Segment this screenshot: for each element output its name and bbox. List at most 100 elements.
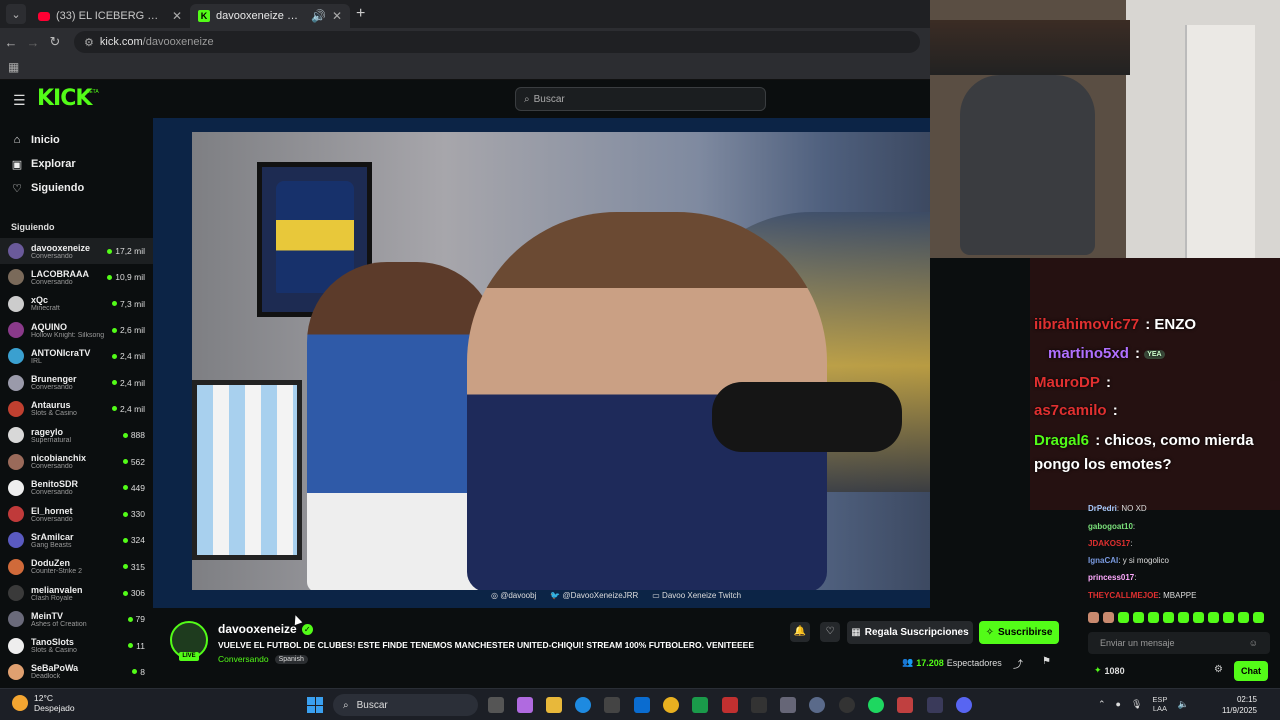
emote-icon[interactable]	[1253, 612, 1264, 623]
browser-tab-youtube[interactable]: (33) EL ICEBERG DE LOS VIDEOJUEGOS ✕	[30, 4, 190, 28]
chat-username[interactable]: gabogoat10	[1088, 522, 1133, 531]
forward-icon[interactable]: →	[22, 35, 44, 50]
nav-siguiendo[interactable]: ♡ Siguiendo	[0, 176, 153, 200]
kick-logo[interactable]: KICK	[37, 86, 92, 111]
task-view-icon[interactable]	[488, 697, 504, 713]
sidebar-channel-antaurus[interactable]: Antaurus Slots & Casino 2,4 mil	[0, 396, 153, 422]
sidebar-channel-doduzen[interactable]: DoduZen Counter-Strike 2 315	[0, 554, 153, 580]
nav-explorar[interactable]: ▣ Explorar	[0, 152, 153, 176]
app-record-icon[interactable]	[839, 697, 855, 713]
emote-icon[interactable]	[1193, 612, 1204, 623]
notification-bell-icon[interactable]: 🔔	[790, 622, 810, 642]
sidebar-channel-el_hornet[interactable]: El_hornet Conversando 330	[0, 501, 153, 527]
app-triangle-icon[interactable]	[897, 697, 913, 713]
emote-icon[interactable]	[1133, 612, 1144, 623]
report-flag-icon[interactable]: ⚑	[1042, 656, 1051, 667]
sidebar-channel-davooxeneize[interactable]: davooxeneize Conversando 17,2 mil	[0, 238, 153, 265]
volume-icon[interactable]: 🔈	[1177, 699, 1188, 710]
app-chart-icon[interactable]	[692, 697, 708, 713]
site-info-icon[interactable]: ⚙	[84, 36, 94, 49]
app-arrow-icon[interactable]	[751, 697, 767, 713]
chat-username[interactable]: princess017	[1088, 573, 1134, 582]
new-tab-button[interactable]: +	[356, 5, 365, 23]
apps-grid-icon[interactable]: ▦	[8, 60, 19, 74]
channel-name[interactable]: davooxeneize	[218, 622, 297, 636]
search-input[interactable]: ⌕ Buscar	[515, 87, 766, 111]
sidebar-channel-sramilcar[interactable]: SrAmilcar Gang Beasts 324	[0, 527, 153, 553]
chat-username[interactable]: as7camilo	[1034, 402, 1107, 419]
sidebar-channel-tanoslots[interactable]: TanoSlots Slots & Casino 11	[0, 632, 153, 658]
emote-icon[interactable]	[1208, 612, 1219, 623]
sidebar-channel-antonicratv[interactable]: ANTONIcraTV IRL 2,4 mil	[0, 343, 153, 369]
nav-inicio[interactable]: ⌂ Inicio	[0, 128, 153, 152]
keyboard-language[interactable]: ESP LAA	[1152, 695, 1167, 713]
url-field[interactable]: ⚙ kick.com/davooxeneize	[74, 31, 920, 53]
microphone-icon[interactable]: 🎙	[1131, 699, 1142, 710]
gift-subscriptions-button[interactable]: ▦ Regala Suscripciones	[847, 621, 973, 644]
hamburger-menu-icon[interactable]: ☰	[13, 92, 26, 109]
sidebar-channel-xqc[interactable]: xQc Minecraft 7,3 mil	[0, 291, 153, 317]
sidebar-channel-lacobraaa[interactable]: LACOBRAAA Conversando 10,9 mil	[0, 264, 153, 290]
sidebar-channel-benitosdr[interactable]: BenitoSDR Conversando 449	[0, 475, 153, 501]
weather-widget[interactable]: 12°C Despejado	[12, 693, 75, 713]
chat-send-button[interactable]: Chat	[1234, 661, 1268, 681]
tab-search-button[interactable]: ⌄	[6, 4, 26, 24]
language-tag[interactable]: Spanish	[274, 654, 308, 664]
chat-username[interactable]: iibrahimovic77	[1034, 316, 1139, 333]
emote-icon[interactable]	[1223, 612, 1234, 623]
channel-points[interactable]: ✦ 1080	[1094, 665, 1125, 676]
video-player[interactable]: ◎ @davoobj 🐦 @DavooXeneizeJRR ▭ Davoo Xe…	[153, 118, 930, 608]
chat-username[interactable]: JDAKOS17	[1088, 539, 1130, 548]
sidebar-channel-melianvalen[interactable]: melianvalen Clash Royale 306	[0, 580, 153, 606]
chat-username[interactable]: DrPedri	[1088, 504, 1117, 513]
app-settings-icon[interactable]	[780, 697, 796, 713]
chat-username[interactable]: IgnaCAI	[1088, 556, 1118, 565]
emote-icon[interactable]	[1148, 612, 1159, 623]
reload-icon[interactable]: ↻	[44, 34, 66, 50]
chevron-up-icon[interactable]: ⌃	[1098, 699, 1106, 710]
browser-tab-kick[interactable]: K davooxeneize Stream - Watch Live on Ki…	[190, 4, 350, 28]
chat-settings-icon[interactable]: ⚙	[1214, 664, 1223, 675]
emote-icon[interactable]	[1088, 612, 1099, 623]
emote-icon[interactable]	[1103, 612, 1114, 623]
chat-username[interactable]: martino5xd	[1048, 345, 1129, 362]
sidebar-channel-sebapowa[interactable]: SeBaPoWa Deadlock 8	[0, 659, 153, 685]
sidebar-channel-aquino[interactable]: AQUINO Hollow Knight: Silksong 2,6 mil	[0, 317, 153, 343]
close-icon[interactable]: ✕	[172, 9, 182, 23]
subscribe-button[interactable]: ✧ Suscribirse	[979, 621, 1059, 644]
emote-icon[interactable]	[1238, 612, 1249, 623]
speaker-icon[interactable]: 🔊	[311, 9, 326, 23]
chat-username[interactable]: THEYCALLMEJOE	[1088, 591, 1159, 600]
gear-icon[interactable]	[809, 697, 825, 713]
share-icon[interactable]: ⤴	[1013, 656, 1023, 671]
copilot-icon[interactable]	[517, 697, 533, 713]
unfollow-heart-icon[interactable]: ♡	[820, 622, 840, 642]
app-red-icon[interactable]	[722, 697, 738, 713]
emote-icon[interactable]	[1163, 612, 1174, 623]
edge-icon[interactable]	[575, 697, 591, 713]
file-explorer-icon[interactable]	[546, 697, 562, 713]
outlook-icon[interactable]	[634, 697, 650, 713]
discord-icon[interactable]	[956, 697, 972, 713]
app-tray-icon[interactable]: ●	[1116, 699, 1121, 709]
chat-input[interactable]: Enviar un mensaje ☺	[1088, 632, 1270, 654]
sidebar-channel-brunenger[interactable]: Brunenger Conversando 2,4 mil	[0, 369, 153, 395]
emoji-picker-icon[interactable]: ☺	[1249, 638, 1258, 648]
chat-username[interactable]: Dragal6	[1034, 432, 1089, 449]
stream-category[interactable]: Conversando	[218, 654, 269, 664]
chrome-icon[interactable]	[663, 697, 679, 713]
chat-username[interactable]: MauroDP	[1034, 374, 1100, 391]
system-clock[interactable]: 02:15 11/9/2025	[1222, 694, 1257, 716]
emote-icon[interactable]	[1118, 612, 1129, 623]
store-icon[interactable]	[604, 697, 620, 713]
spotify-icon[interactable]	[868, 697, 884, 713]
sidebar-channel-rageylo[interactable]: rageylo Supernatural 888	[0, 422, 153, 448]
emote-icon[interactable]	[1178, 612, 1189, 623]
sidebar-channel-nicobianchix[interactable]: nicobianchix Conversando 562	[0, 448, 153, 474]
back-icon[interactable]: ←	[0, 35, 22, 50]
close-icon[interactable]: ✕	[332, 9, 342, 23]
sidebar-channel-meintv[interactable]: MeinTV Ashes of Creation 79	[0, 606, 153, 632]
taskbar-search[interactable]: ⌕ Buscar	[333, 694, 478, 716]
windows-start-icon[interactable]	[307, 697, 323, 713]
app-bars-icon[interactable]	[927, 697, 943, 713]
